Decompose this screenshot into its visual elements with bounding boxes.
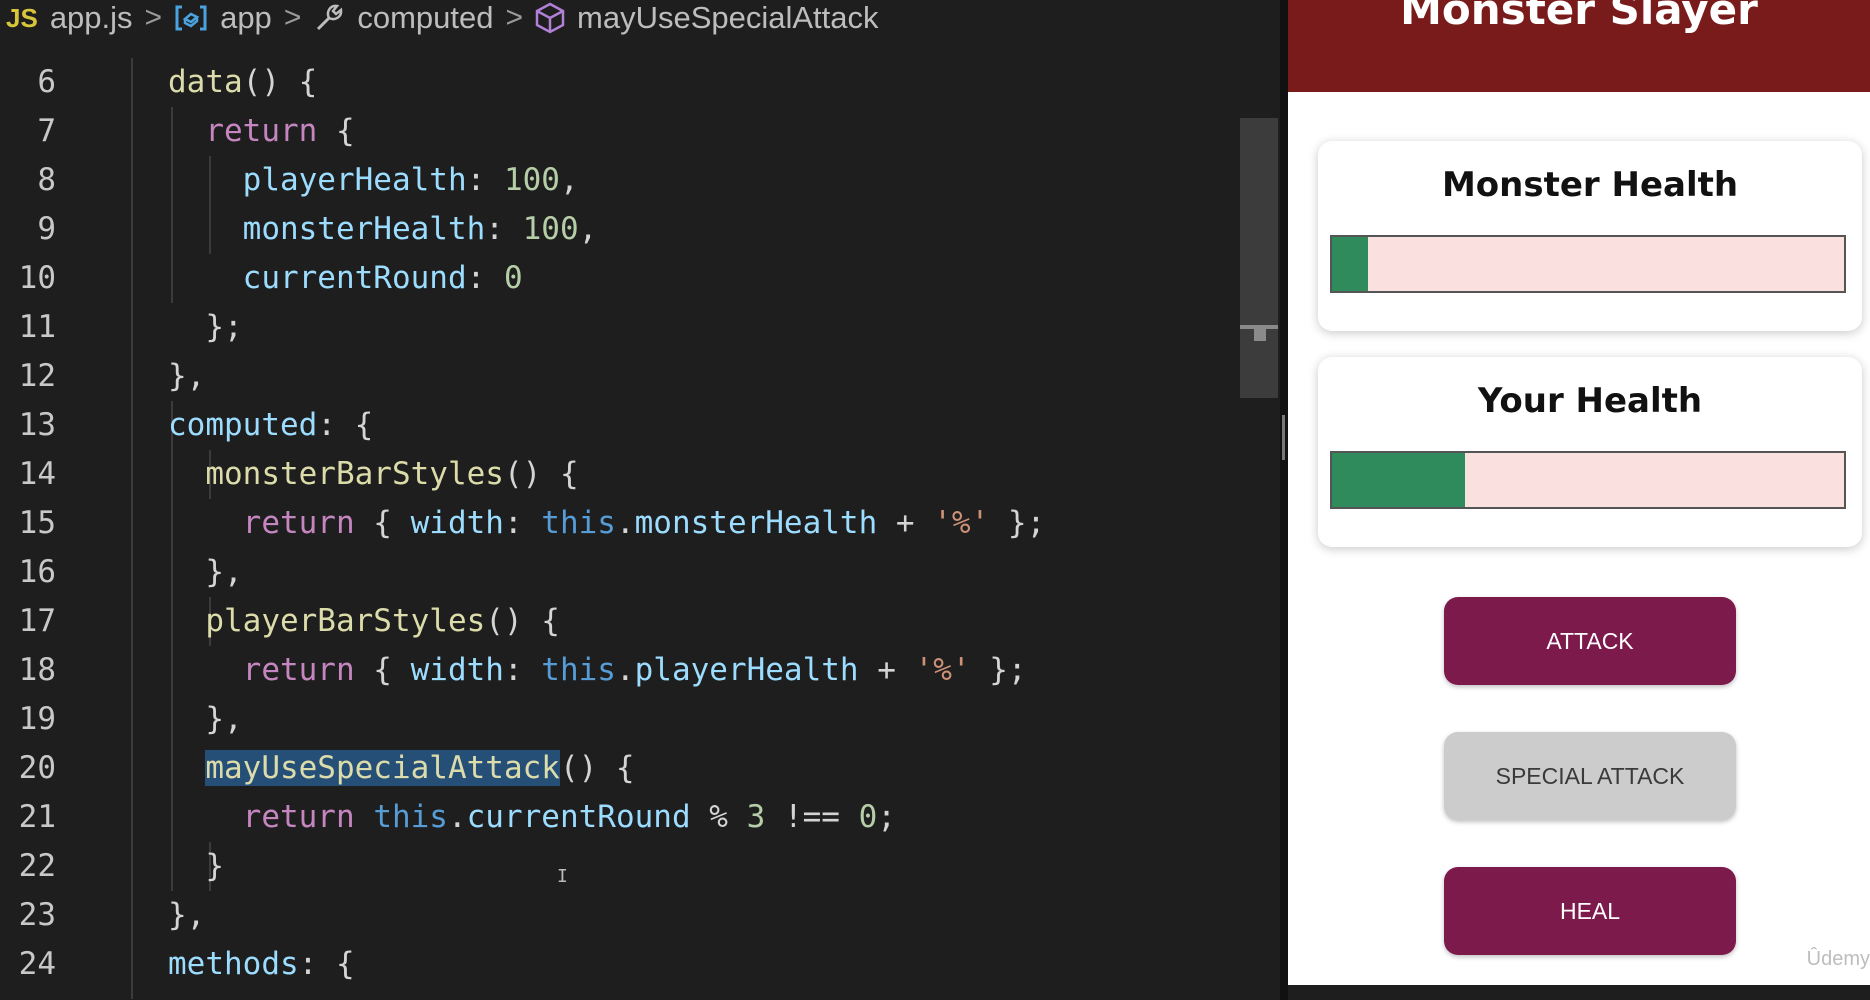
code-line: 13 computed: { — [0, 401, 1240, 450]
breadcrumb: JS app.js > app > computed > mayUseSpeci… — [0, 0, 1280, 36]
breadcrumb-method-label: mayUseSpecialAttack — [577, 0, 879, 35]
line-number: 14 — [18, 456, 56, 492]
line-number: 24 — [18, 946, 56, 982]
breadcrumb-app-label: app — [220, 0, 272, 35]
js-file-icon: JS — [6, 2, 38, 33]
code-line: 18 return { width: this.playerHealth + '… — [0, 646, 1240, 695]
line-number: 16 — [18, 554, 56, 590]
special-attack-button[interactable]: SPECIAL ATTACK — [1444, 732, 1736, 820]
code-line: 11 }; — [0, 303, 1240, 352]
player-health-bar-fill — [1332, 453, 1466, 507]
line-number: 23 — [18, 897, 56, 933]
line-number: 18 — [18, 652, 56, 688]
code-line: 21 return this.currentRound % 3 !== 0; — [0, 793, 1240, 842]
breadcrumb-app[interactable]: app — [174, 0, 272, 36]
line-number: 10 — [18, 260, 56, 296]
line-number: 17 — [18, 603, 56, 639]
monster-health-bar-fill — [1332, 237, 1368, 291]
code-line: 9 monsterHealth: 100, — [0, 205, 1240, 254]
app-header: Monster Slayer — [1288, 0, 1870, 92]
line-number: 12 — [18, 358, 56, 394]
line-number: 20 — [18, 750, 56, 786]
line-number: 15 — [18, 505, 56, 541]
variable-icon — [174, 4, 208, 32]
code-line: 20 mayUseSpecialAttack() { — [0, 744, 1240, 793]
code-line: 16 }, — [0, 548, 1240, 597]
line-number: 8 — [37, 162, 56, 198]
code-line: 23 }, — [0, 891, 1240, 940]
app-title: Monster Slayer — [1400, 0, 1758, 34]
breadcrumb-file[interactable]: JS app.js — [0, 0, 133, 36]
code-line: 7 return { — [0, 107, 1240, 156]
line-number: 21 — [18, 799, 56, 835]
line-number: 11 — [18, 309, 56, 345]
wrench-icon — [313, 2, 345, 34]
code-line: 14 monsterBarStyles() { — [0, 450, 1240, 499]
pane-divider[interactable] — [1280, 0, 1288, 1000]
code-line: 15 return { width: this.monsterHealth + … — [0, 499, 1240, 548]
chevron-right-icon: > — [144, 1, 163, 34]
breadcrumb-computed[interactable]: computed — [313, 0, 493, 36]
code-line: 17 playerBarStyles() { — [0, 597, 1240, 646]
chevron-right-icon: > — [505, 1, 524, 34]
player-health-title: Your Health — [1477, 381, 1703, 421]
code-editor[interactable]: JS app.js > app > computed > mayUseSpeci… — [0, 0, 1280, 1000]
code-line: 10 currentRound: 0 — [0, 254, 1240, 303]
monster-health-bar — [1330, 235, 1846, 293]
breadcrumb-file-label: app.js — [49, 0, 133, 35]
line-number: 6 — [37, 64, 56, 100]
monster-health-card: Monster Health — [1318, 141, 1862, 331]
watermark-logo: Ûdemy — [1806, 948, 1870, 970]
selected-token[interactable]: mayUseSpecialAttack — [205, 750, 560, 786]
line-number: 9 — [37, 211, 56, 247]
line-number: 22 — [18, 848, 56, 884]
attack-button[interactable]: ATTACK — [1444, 597, 1736, 685]
code-line: 22 } — [0, 842, 1240, 891]
player-health-card: Your Health — [1318, 357, 1862, 547]
breadcrumb-computed-label: computed — [357, 0, 494, 35]
cube-icon — [535, 2, 565, 34]
line-number: 13 — [18, 407, 56, 443]
line-number: 7 — [37, 113, 56, 149]
resize-handle[interactable] — [1282, 415, 1285, 460]
code-line: 12 }, — [0, 352, 1240, 401]
chevron-right-icon: > — [283, 1, 302, 34]
breadcrumb-method[interactable]: mayUseSpecialAttack — [535, 0, 879, 36]
heal-button[interactable]: HEAL — [1444, 867, 1736, 955]
code-line: 8 playerHealth: 100, — [0, 156, 1240, 205]
code-line: 24 methods: { — [0, 940, 1240, 989]
code-line: 6 data() { — [0, 58, 1240, 107]
scrollbar-marker — [1254, 329, 1266, 341]
code-line: 19 }, — [0, 695, 1240, 744]
player-health-bar — [1330, 451, 1846, 509]
line-number: 19 — [18, 701, 56, 737]
monster-health-title: Monster Health — [1441, 165, 1739, 205]
scrollbar-thumb[interactable] — [1240, 118, 1278, 398]
text-cursor-icon: I — [557, 866, 568, 887]
browser-preview: Monster Slayer Monster Health Your Healt… — [1288, 0, 1870, 985]
